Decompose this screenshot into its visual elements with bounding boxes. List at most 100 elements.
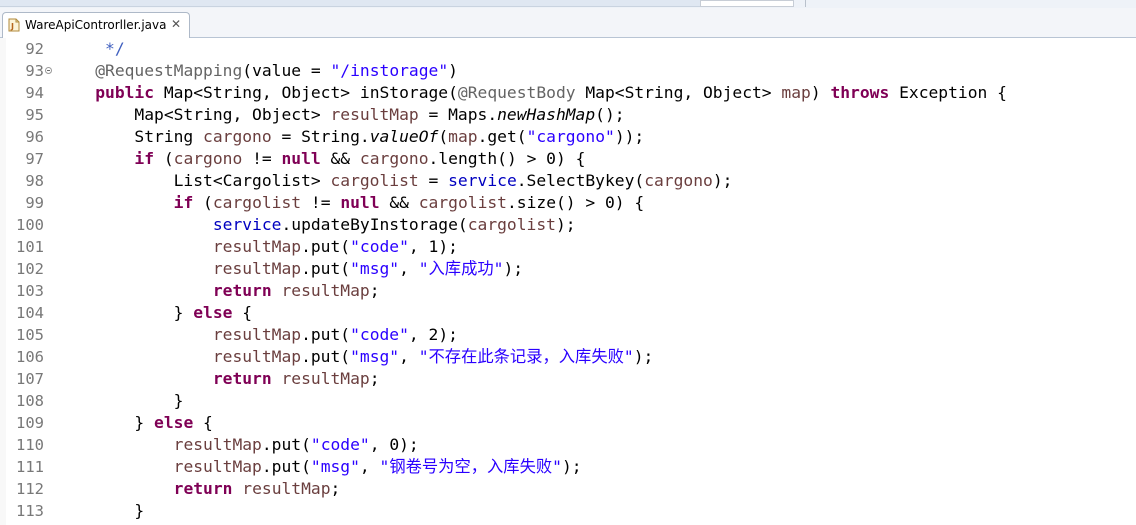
code-line[interactable]: 100 service.updateByInstorage(cargolist)… bbox=[0, 214, 1136, 236]
code-line[interactable]: 111 resultMap.put("msg", "钢卷号为空，入库失败"); bbox=[0, 456, 1136, 478]
keyword-token: throws bbox=[830, 83, 890, 102]
code-text: resultMap.put("code", 0); bbox=[56, 434, 419, 456]
code-token: ) bbox=[448, 61, 458, 80]
code-line[interactable]: 103 return resultMap; bbox=[0, 280, 1136, 302]
variable-token: resultMap bbox=[173, 435, 262, 454]
code-text: } else { bbox=[56, 412, 213, 434]
code-line[interactable]: 104 } else { bbox=[0, 302, 1136, 324]
field-token: service bbox=[448, 171, 517, 190]
line-number: 103 bbox=[16, 282, 44, 300]
annotation-token: @RequestMapping bbox=[95, 61, 243, 80]
code-text: return resultMap; bbox=[56, 280, 380, 302]
code-text: resultMap.put("msg", "钢卷号为空，入库失败"); bbox=[56, 456, 582, 478]
static-method-token: valueOf bbox=[369, 127, 439, 146]
code-line[interactable]: 107 return resultMap; bbox=[0, 368, 1136, 390]
code-line[interactable]: 93 @RequestMapping(value = "/instorage") bbox=[0, 60, 1136, 82]
code-token: .get( bbox=[477, 127, 527, 146]
code-line[interactable]: 106 resultMap.put("msg", "不存在此条记录，入库失败")… bbox=[0, 346, 1136, 368]
code-line[interactable]: 95 Map<String, Object> resultMap = Maps.… bbox=[0, 104, 1136, 126]
code-text: Map<String, Object> resultMap = Maps.new… bbox=[56, 104, 625, 126]
code-token: Map<String, Object> inStorage( bbox=[154, 83, 458, 102]
code-text: @RequestMapping(value = "/instorage") bbox=[56, 60, 458, 82]
string-token: "code" bbox=[350, 237, 409, 256]
static-method-token: newHashMap bbox=[497, 105, 596, 124]
line-number: 109 bbox=[16, 414, 44, 432]
code-line[interactable]: 102 resultMap.put("msg", "入库成功"); bbox=[0, 258, 1136, 280]
code-token: (); bbox=[595, 105, 625, 124]
code-token: ( bbox=[438, 127, 449, 146]
code-token: ); bbox=[561, 457, 582, 476]
code-token: , bbox=[359, 457, 380, 476]
line-number: 94 bbox=[25, 84, 44, 102]
variable-token: resultMap bbox=[281, 369, 370, 388]
code-token: .updateByInstorage( bbox=[281, 215, 468, 234]
code-line[interactable]: 108 } bbox=[0, 390, 1136, 412]
code-line[interactable]: 97 if (cargono != null && cargono.length… bbox=[0, 148, 1136, 170]
code-token: = String. bbox=[271, 127, 370, 146]
code-text: resultMap.put("msg", "不存在此条记录，入库失败"); bbox=[56, 346, 653, 368]
tab-label: WareApiControrller.java bbox=[25, 18, 167, 32]
code-token: , 1); bbox=[408, 237, 458, 256]
string-token: "code" bbox=[310, 435, 370, 454]
code-token: } bbox=[56, 501, 145, 520]
code-text: */ bbox=[56, 38, 125, 60]
code-line[interactable]: 99 if (cargolist != null && cargolist.si… bbox=[0, 192, 1136, 214]
code-token: = bbox=[418, 171, 449, 190]
code-line[interactable]: 98 List<Cargolist> cargolist = service.S… bbox=[0, 170, 1136, 192]
code-token: .size() > 0) { bbox=[506, 193, 645, 212]
comment-token: */ bbox=[56, 39, 125, 58]
code-text: public Map<String, Object> inStorage(@Re… bbox=[56, 82, 1007, 104]
code-text: if (cargolist != null && cargolist.size(… bbox=[56, 192, 645, 214]
variable-token: resultMap bbox=[242, 479, 331, 498]
variable-token: cargono bbox=[173, 149, 243, 168]
variable-token: resultMap bbox=[281, 281, 370, 300]
code-token: ); bbox=[503, 259, 524, 278]
fold-toggle-icon[interactable] bbox=[45, 67, 52, 74]
code-token: , bbox=[399, 347, 419, 366]
code-token: String bbox=[56, 127, 204, 146]
code-text: resultMap.put("code", 1); bbox=[56, 236, 458, 258]
tab-wareapicontroller[interactable]: J WareApiControrller.java ✕ bbox=[2, 12, 190, 38]
variable-token: resultMap bbox=[212, 347, 302, 366]
code-text: } bbox=[56, 390, 184, 412]
code-line[interactable]: 112 return resultMap; bbox=[0, 478, 1136, 500]
code-token: .put( bbox=[301, 259, 351, 278]
code-token: Exception { bbox=[889, 83, 1007, 102]
code-token: Map<String, Object> bbox=[575, 83, 782, 102]
code-token: .put( bbox=[261, 457, 311, 476]
keyword-token: else bbox=[154, 413, 194, 432]
line-number: 107 bbox=[16, 370, 44, 388]
code-line[interactable]: 105 resultMap.put("code", 2); bbox=[0, 324, 1136, 346]
code-line[interactable]: 113 } bbox=[0, 500, 1136, 522]
code-line[interactable]: 109 } else { bbox=[0, 412, 1136, 434]
line-number: 106 bbox=[16, 348, 44, 366]
code-text: return resultMap; bbox=[56, 368, 380, 390]
string-token: "msg" bbox=[310, 457, 360, 476]
code-text: } bbox=[56, 500, 144, 522]
string-token: "入库成功" bbox=[418, 259, 504, 278]
quick-access-field[interactable] bbox=[700, 0, 794, 7]
code-line[interactable]: 94 public Map<String, Object> inStorage(… bbox=[0, 82, 1136, 104]
code-token: .put( bbox=[301, 237, 351, 256]
annotation-token: @RequestBody bbox=[457, 83, 576, 102]
line-number: 92 bbox=[25, 40, 44, 58]
code-editor[interactable]: 92 */93 @RequestMapping(value = "/instor… bbox=[0, 38, 1136, 525]
code-token: .put( bbox=[301, 325, 351, 344]
code-token: ); bbox=[712, 171, 733, 190]
code-line[interactable]: 96 String cargono = String.valueOf(map.g… bbox=[0, 126, 1136, 148]
code-token: ; bbox=[330, 479, 341, 498]
close-tab-icon[interactable]: ✕ bbox=[171, 17, 181, 31]
code-token: List<Cargolist> bbox=[56, 171, 331, 190]
variable-token: cargolist bbox=[418, 193, 507, 212]
java-file-icon: J bbox=[8, 18, 20, 32]
code-line[interactable]: 92 */ bbox=[0, 38, 1136, 60]
code-line[interactable]: 110 resultMap.put("code", 0); bbox=[0, 434, 1136, 456]
code-token: { bbox=[193, 413, 213, 432]
code-line[interactable]: 101 resultMap.put("code", 1); bbox=[0, 236, 1136, 258]
